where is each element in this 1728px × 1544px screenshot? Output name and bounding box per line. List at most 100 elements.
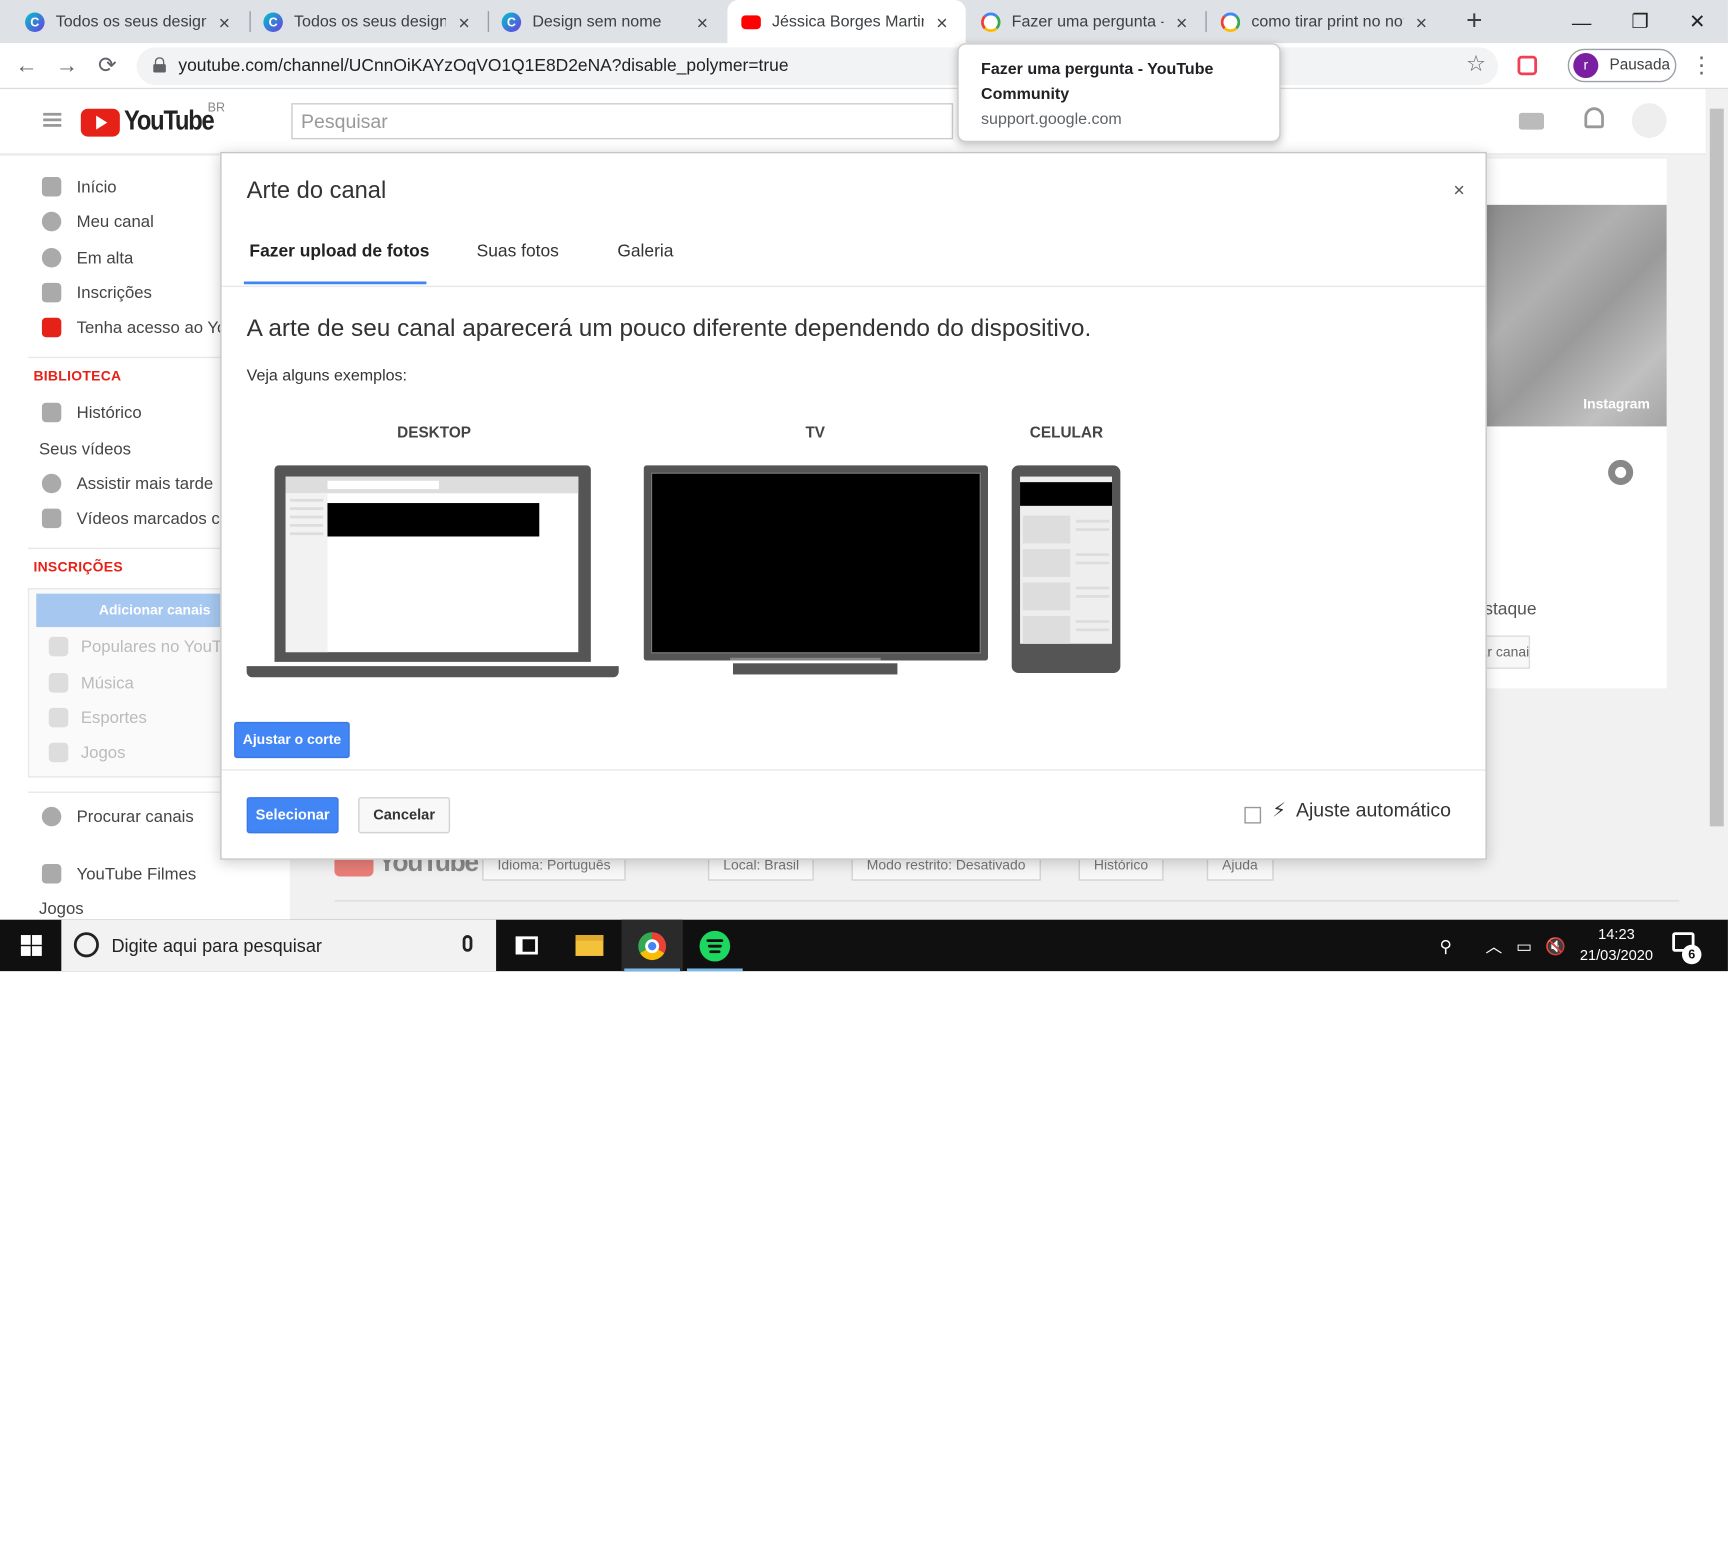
browser-tab-active[interactable]: Jéssica Borges Martins × [727, 0, 966, 44]
tv-preview [643, 465, 988, 661]
subscription-item[interactable]: Música [48, 670, 134, 695]
channel-link-instagram[interactable]: Instagram [1583, 397, 1650, 412]
tab-title: Todos os seus designs - [294, 13, 446, 30]
avatar: r [1573, 52, 1599, 79]
spotify-taskbar-button[interactable] [684, 920, 745, 972]
dialog-headline: A arte de seu canal aparecerá um pouco d… [246, 313, 1092, 342]
new-tab-button[interactable]: + [1460, 6, 1488, 37]
google-icon [1220, 11, 1241, 32]
tooltip-domain: support.google.com [981, 111, 1122, 129]
people-icon[interactable]: ⚲ [1439, 920, 1461, 972]
bookmark-star-icon[interactable]: ☆ [1466, 50, 1486, 78]
tab-close-icon[interactable]: × [932, 10, 952, 32]
home-icon [41, 176, 62, 197]
tooltip-title: Fazer uma pergunta - YouTube Community [981, 61, 1214, 104]
select-button[interactable]: Selecionar [246, 797, 339, 834]
sidebar-item-label: YouTube Filmes [76, 863, 197, 884]
forward-button[interactable]: → [52, 52, 83, 83]
reload-button[interactable]: ⟳ [92, 52, 123, 83]
taskbar-clock[interactable]: 14:23 21/03/2020 [1570, 925, 1662, 967]
account-avatar[interactable] [1631, 103, 1667, 138]
volume-muted-icon[interactable]: 🔇 [1545, 920, 1567, 972]
active-tab-indicator [243, 281, 427, 285]
browser-menu-icon[interactable]: ⋮ [1690, 52, 1712, 80]
battery-icon[interactable]: ▭ [1516, 920, 1538, 972]
tab-your-photos[interactable]: Suas fotos [477, 241, 559, 261]
tab-close-icon[interactable]: × [454, 10, 474, 32]
browser-tab[interactable]: como tirar print no not × [1207, 0, 1445, 43]
library-header: BIBLIOTECA [33, 369, 122, 385]
restore-button[interactable]: ❐ [1609, 0, 1670, 43]
cancel-button[interactable]: Cancelar [358, 797, 451, 834]
sidebar-item-label: Histórico [76, 402, 142, 423]
task-view-button[interactable] [496, 920, 557, 972]
subscription-label: Música [80, 673, 134, 693]
profile-button[interactable]: r Pausada [1567, 48, 1677, 83]
tv-banner-preview [650, 472, 982, 654]
magic-wand-icon: ⚡ [1272, 798, 1286, 821]
browser-tab[interactable]: C Todos os seus designs - × [11, 0, 248, 43]
sidebar-item-games[interactable]: Jogos [39, 899, 84, 919]
auto-adjust-checkbox[interactable] [1244, 806, 1262, 824]
channel-art-dialog: Arte do canal × Fazer upload de fotos Su… [220, 151, 1487, 860]
youtube-icon [741, 14, 761, 29]
subscription-item[interactable]: Jogos [48, 740, 125, 765]
chrome-icon [638, 931, 667, 960]
device-label-mobile: CELULAR [1029, 425, 1104, 442]
youtube-search-input[interactable]: Pesquisar [291, 103, 954, 140]
microphone-icon[interactable] [462, 935, 473, 952]
sidebar-item-label: Início [76, 176, 117, 197]
scrollbar-thumb[interactable] [1709, 108, 1724, 827]
channel-header-card: Instagram [1485, 158, 1667, 602]
browser-tab[interactable]: C Design sem nome × [488, 0, 726, 43]
cortana-icon [73, 932, 99, 958]
upload-video-icon[interactable] [1518, 112, 1544, 130]
sidebar-item-label: Inscrições [76, 282, 152, 303]
subscription-label: Esportes [80, 707, 147, 728]
tab-close-icon[interactable]: × [1172, 10, 1192, 32]
tab-close-icon[interactable]: × [693, 10, 713, 32]
tab-hover-tooltip: Fazer uma pergunta - YouTube Community s… [957, 43, 1281, 143]
canva-icon: C [501, 11, 522, 32]
thumbs-up-icon [41, 508, 62, 529]
featured-channels-card: Canais em destaque Adicionar canais [1377, 579, 1667, 689]
youtube-premium-icon [41, 317, 62, 338]
subscriptions-icon [41, 282, 62, 303]
minimize-button[interactable]: — [1551, 0, 1612, 43]
gear-icon[interactable] [1608, 459, 1634, 485]
sidebar-item-films[interactable]: YouTube Filmes [41, 861, 290, 886]
sidebar-item-your-videos[interactable]: Seus vídeos [39, 439, 131, 459]
chevron-up-icon[interactable]: ︿ [1485, 920, 1505, 972]
footer-divider [221, 769, 1486, 771]
browser-tab[interactable]: C Todos os seus designs - × [249, 0, 487, 43]
dialog-title: Arte do canal [246, 176, 387, 204]
back-button[interactable]: ← [11, 52, 42, 83]
close-window-button[interactable]: ✕ [1667, 0, 1728, 43]
tab-upload-photos[interactable]: Fazer upload de fotos [249, 241, 429, 261]
notifications-bell-icon[interactable] [1584, 107, 1604, 129]
page-scrollbar[interactable] [1705, 89, 1728, 920]
hamburger-menu-icon[interactable] [43, 112, 62, 127]
tab-close-icon[interactable]: × [215, 10, 235, 32]
music-icon [48, 673, 69, 693]
youtube-logo[interactable]: YouTube BR [80, 100, 230, 138]
channel-art-banner: Instagram [1485, 204, 1667, 427]
subscriptions-header: INSCRIÇÕES [33, 560, 123, 576]
taskbar-search-box[interactable]: Digite aqui para pesquisar [61, 919, 497, 972]
windows-start-button[interactable] [0, 920, 61, 972]
pocket-extension-icon[interactable] [1517, 55, 1538, 76]
canva-icon: C [25, 11, 45, 32]
tab-close-icon[interactable]: × [1412, 10, 1432, 32]
auto-adjust-label[interactable]: Ajuste automático [1296, 798, 1451, 820]
adjust-crop-button[interactable]: Ajustar o corte [234, 721, 350, 759]
subscription-item[interactable]: Esportes [48, 705, 147, 730]
address-bar[interactable]: youtube.com/channel/UCnnOiKAYzOqVO1Q1E8D… [136, 47, 1499, 86]
browser-tab[interactable]: Fazer uma pergunta - Y × [967, 0, 1205, 43]
close-icon[interactable]: × [1453, 178, 1464, 200]
device-label-tv: TV [805, 425, 826, 442]
chrome-taskbar-button[interactable] [621, 919, 683, 972]
file-explorer-button[interactable] [559, 920, 620, 972]
sidebar-item-label: Em alta [76, 248, 134, 268]
tab-gallery[interactable]: Galeria [617, 241, 673, 261]
mobile-banner-preview [1020, 482, 1113, 506]
